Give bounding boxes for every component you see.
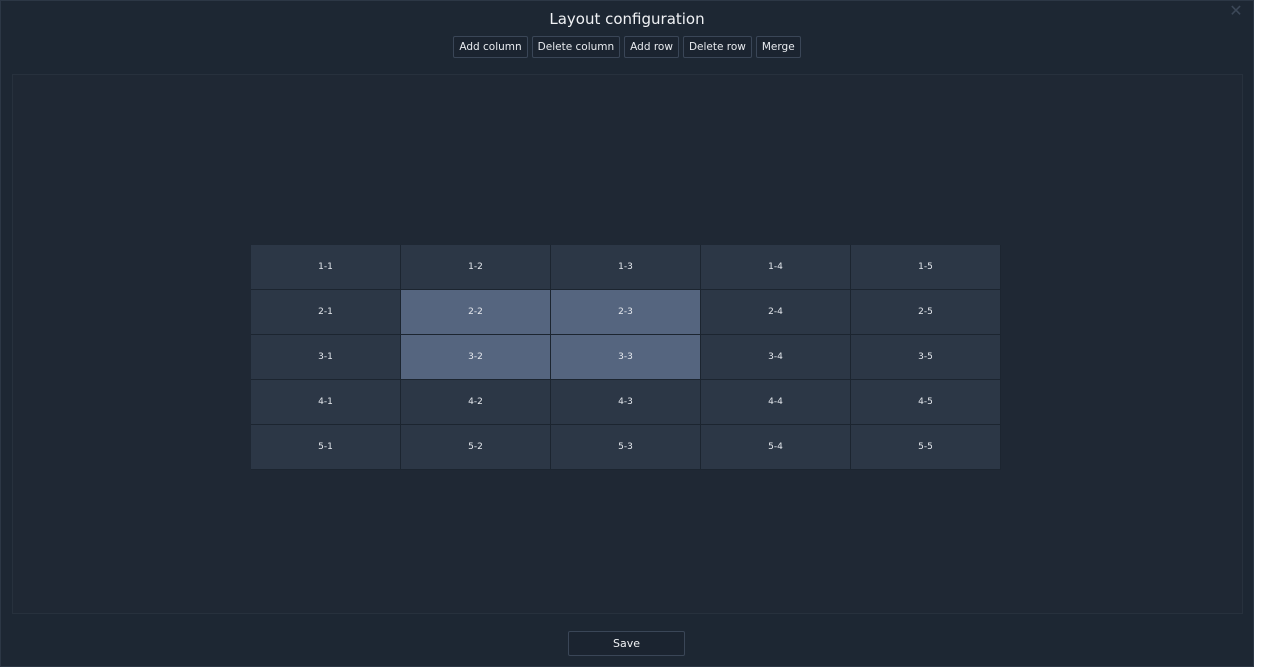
grid-cell-4-1[interactable]: 4-1 [251,380,401,425]
grid-cell-5-1[interactable]: 5-1 [251,425,401,470]
grid-cell-1-1[interactable]: 1-1 [251,245,401,290]
grid-cell-3-3[interactable]: 3-3 [551,335,701,380]
grid-cell-3-5[interactable]: 3-5 [851,335,1001,380]
close-icon[interactable]: ✕ [1227,3,1245,21]
dialog-title: Layout configuration [549,10,705,28]
delete-column-button[interactable]: Delete column [531,36,621,58]
grid-cell-4-3[interactable]: 4-3 [551,380,701,425]
merge-button[interactable]: Merge [755,36,801,58]
grid-cell-4-2[interactable]: 4-2 [401,380,551,425]
grid-cell-2-4[interactable]: 2-4 [701,290,851,335]
grid-cell-3-1[interactable]: 3-1 [251,335,401,380]
grid-cell-1-3[interactable]: 1-3 [551,245,701,290]
add-column-button[interactable]: Add column [453,36,528,58]
grid-cell-5-4[interactable]: 5-4 [701,425,851,470]
grid-cell-2-2[interactable]: 2-2 [401,290,551,335]
grid-cell-5-3[interactable]: 5-3 [551,425,701,470]
grid-cell-3-2[interactable]: 3-2 [401,335,551,380]
grid-cell-1-5[interactable]: 1-5 [851,245,1001,290]
add-row-button[interactable]: Add row [624,36,679,58]
grid-cell-2-5[interactable]: 2-5 [851,290,1001,335]
layout-canvas: 1-1 1-2 1-3 1-4 1-5 2-1 2-2 2-3 2-4 2-5 3-1 3-2 3-3 3… [12,74,1243,614]
grid-cell-1-2[interactable]: 1-2 [401,245,551,290]
grid-cell-1-4[interactable]: 1-4 [701,245,851,290]
grid-cell-5-2[interactable]: 5-2 [401,425,551,470]
grid-cell-4-4[interactable]: 4-4 [701,380,851,425]
layout-grid: 1-1 1-2 1-3 1-4 1-5 2-1 2-2 2-3 2-4 2-5 3-1 3-2 3-3 3… [251,245,1002,471]
save-button[interactable]: Save [568,631,685,656]
grid-cell-5-5[interactable]: 5-5 [851,425,1001,470]
grid-cell-2-1[interactable]: 2-1 [251,290,401,335]
grid-cell-4-5[interactable]: 4-5 [851,380,1001,425]
grid-cell-2-3[interactable]: 2-3 [551,290,701,335]
delete-row-button[interactable]: Delete row [682,36,752,58]
toolbar: Add column Delete column Add row Delete … [1,36,1253,59]
grid-cell-3-4[interactable]: 3-4 [701,335,851,380]
layout-configuration-dialog: Layout configuration ✕ Add column Delete… [0,0,1254,667]
